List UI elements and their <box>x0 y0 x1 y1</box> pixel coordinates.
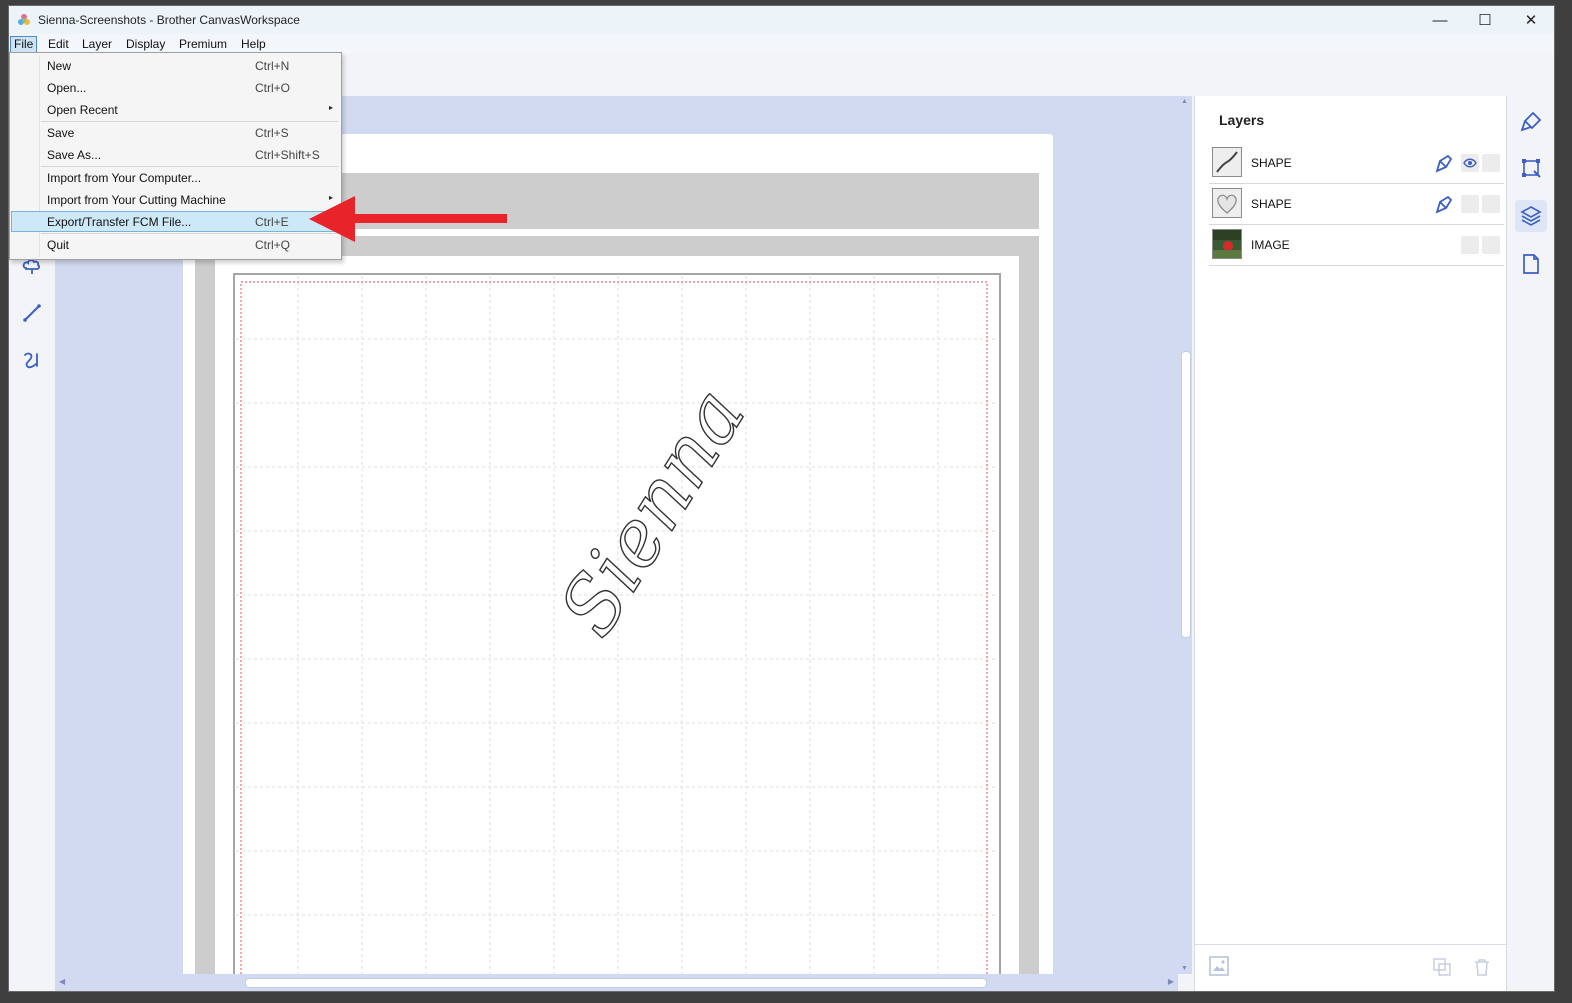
layer-row[interactable]: SHAPE <box>1209 184 1504 225</box>
layer-thumbnail <box>1212 229 1242 259</box>
menu-item-new[interactable]: New Ctrl+N <box>11 55 340 76</box>
menu-file[interactable]: File <box>10 36 38 53</box>
right-side-toolbar <box>1506 96 1554 991</box>
menu-item-save-as[interactable]: Save As... Ctrl+Shift+S <box>11 144 340 165</box>
layer-lock-toggle[interactable] <box>1482 154 1500 172</box>
menu-item-label: Open Recent <box>47 103 118 117</box>
layer-name: IMAGE <box>1251 238 1290 252</box>
menu-item-label: Import from Your Computer... <box>47 171 202 185</box>
window-title: Sienna-Screenshots - Brother CanvasWorks… <box>38 13 300 27</box>
scroll-left-icon[interactable]: ◀ <box>59 977 65 986</box>
line-tool[interactable] <box>18 299 46 327</box>
layers-title: Layers <box>1219 112 1265 128</box>
layer-row[interactable]: SHAPE <box>1209 143 1504 184</box>
transform-tool-button[interactable] <box>1515 152 1547 184</box>
minimize-button[interactable]: — <box>1417 6 1463 34</box>
menu-item-label: Import from Your Cutting Machine <box>47 193 226 207</box>
menu-item-shortcut: Ctrl+E <box>255 215 289 229</box>
file-menu-dropdown: New Ctrl+N Open... Ctrl+O Open Recent ▸ … <box>9 52 342 260</box>
scroll-up-icon[interactable]: ▲ <box>1181 98 1188 105</box>
menu-item-open[interactable]: Open... Ctrl+O <box>11 77 340 98</box>
vertical-scrollbar[interactable]: ▲ ▼ <box>1178 96 1192 974</box>
transform-icon <box>1522 159 1541 178</box>
title-bar: Sienna-Screenshots - Brother CanvasWorks… <box>9 6 1554 34</box>
submenu-arrow-icon: ▸ <box>329 103 334 112</box>
menu-item-import-computer[interactable]: Import from Your Computer... <box>11 167 340 188</box>
layers-icon <box>1520 206 1542 226</box>
pen-icon[interactable] <box>1433 193 1455 218</box>
layer-lock-toggle[interactable] <box>1482 195 1500 213</box>
horizontal-scroll-thumb[interactable] <box>245 978 987 988</box>
menu-bar: File Edit Layer Display Premium Help <box>9 34 1554 54</box>
menu-item-shortcut: Ctrl+Q <box>255 238 291 252</box>
pen-icon[interactable] <box>1433 152 1455 177</box>
layer-lock-toggle[interactable] <box>1482 236 1500 254</box>
menu-item-shortcut: Ctrl+O <box>255 81 291 95</box>
layer-visibility-toggle[interactable] <box>1461 195 1479 213</box>
page-icon <box>1523 254 1539 274</box>
panel-divider <box>1195 944 1506 945</box>
layer-name: SHAPE <box>1251 156 1292 170</box>
maximize-button[interactable]: ☐ <box>1462 6 1508 34</box>
scroll-down-icon[interactable]: ▼ <box>1181 965 1188 972</box>
eye-icon[interactable] <box>1461 154 1479 172</box>
layers-panel: Layers SHAPE SHAPE IMAGE <box>1194 96 1506 991</box>
menu-item-label: Save <box>47 126 75 140</box>
scroll-right-icon[interactable]: ▶ <box>1168 977 1174 986</box>
red-arrow-annotation <box>309 196 507 242</box>
menu-edit[interactable]: Edit <box>45 37 72 52</box>
layer-thumbnail <box>1212 188 1242 218</box>
menu-item-shortcut: Ctrl+N <box>255 59 290 73</box>
menu-item-export-fcm[interactable]: Export/Transfer FCM File... Ctrl+E <box>11 211 340 232</box>
layer-visibility-toggle[interactable] <box>1461 236 1479 254</box>
line-icon <box>23 304 41 322</box>
freehand-tool[interactable] <box>18 346 46 374</box>
menu-item-shortcut: Ctrl+Shift+S <box>255 148 320 162</box>
duplicate-icon[interactable] <box>1431 956 1453 981</box>
edit-tool-button[interactable] <box>1515 106 1547 138</box>
menu-item-open-recent[interactable]: Open Recent ▸ <box>11 99 340 120</box>
menu-layer[interactable]: Layer <box>79 37 115 52</box>
menu-premium[interactable]: Premium <box>176 37 230 52</box>
menu-help[interactable]: Help <box>238 37 269 52</box>
menu-item-label: Save As... <box>47 148 102 162</box>
menu-item-quit[interactable]: Quit Ctrl+Q <box>11 234 340 255</box>
brush-icon <box>1520 111 1542 132</box>
menu-display[interactable]: Display <box>123 37 168 52</box>
menu-item-label: Export/Transfer FCM File... <box>47 215 192 229</box>
menu-item-save[interactable]: Save Ctrl+S <box>11 122 340 143</box>
menu-item-label: Open... <box>47 81 87 95</box>
vertical-scroll-thumb[interactable] <box>1181 351 1191 638</box>
trash-icon[interactable] <box>1471 956 1493 981</box>
page-tool-button[interactable] <box>1515 248 1547 280</box>
layer-name: SHAPE <box>1251 197 1292 211</box>
close-button[interactable]: ✕ <box>1508 6 1554 34</box>
menu-item-import-machine[interactable]: Import from Your Cutting Machine ▸ <box>11 189 340 210</box>
layer-thumbnail <box>1212 147 1242 177</box>
app-logo-icon <box>18 14 30 25</box>
freehand-curve-icon <box>24 352 38 369</box>
horizontal-scrollbar[interactable]: ◀ ▶ <box>55 974 1178 991</box>
menu-item-label: New <box>47 59 72 73</box>
layer-row[interactable]: IMAGE <box>1209 225 1504 266</box>
app-window: Sienna-Screenshots - Brother CanvasWorks… <box>8 5 1555 992</box>
layers-tool-button[interactable] <box>1515 200 1547 232</box>
menu-item-shortcut: Ctrl+S <box>255 126 289 140</box>
add-image-icon[interactable] <box>1207 954 1231 981</box>
menu-item-label: Quit <box>47 238 70 252</box>
